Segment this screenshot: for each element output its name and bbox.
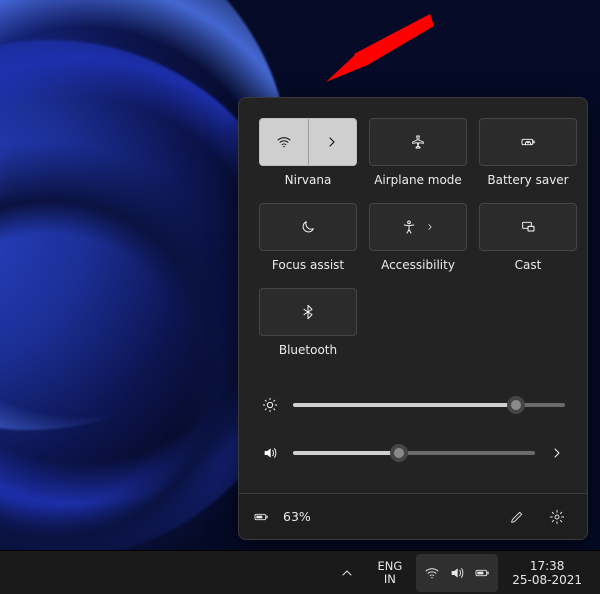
clock-date: 25-08-2021	[512, 573, 582, 587]
airplane-mode-label: Airplane mode	[374, 173, 462, 187]
volume-row	[261, 429, 565, 477]
battery-saver-icon	[520, 134, 536, 150]
chevron-up-icon	[339, 565, 355, 581]
battery-percent: 63%	[283, 509, 311, 524]
wifi-expand[interactable]	[308, 119, 357, 165]
quick-settings-tiles: Nirvana Airplane mode Battery saver	[239, 98, 587, 373]
wifi-icon	[276, 134, 292, 150]
wifi-icon	[424, 565, 440, 581]
moon-icon	[300, 219, 316, 235]
battery-saver-tile[interactable]	[479, 118, 577, 166]
quick-settings-footer: 63%	[239, 493, 587, 539]
bluetooth-tile[interactable]	[259, 288, 357, 336]
accessibility-tile[interactable]	[369, 203, 467, 251]
wifi-toggle[interactable]	[260, 119, 308, 165]
volume-slider[interactable]	[293, 443, 535, 463]
cast-label: Cast	[515, 258, 542, 272]
bluetooth-label: Bluetooth	[279, 343, 337, 357]
sliders-section	[239, 373, 587, 493]
taskbar-clock[interactable]: 17:38 25-08-2021	[504, 554, 590, 592]
brightness-row	[261, 381, 565, 429]
chevron-right-icon	[324, 134, 340, 150]
bluetooth-icon	[300, 304, 316, 320]
airplane-icon	[410, 134, 426, 150]
system-tray[interactable]	[416, 554, 498, 592]
quick-settings-panel: Nirvana Airplane mode Battery saver	[238, 97, 588, 540]
battery-icon	[474, 565, 490, 581]
accessibility-label: Accessibility	[381, 258, 455, 272]
lang-bottom: IN	[384, 573, 396, 586]
pencil-icon	[509, 509, 525, 525]
volume-expand[interactable]	[549, 445, 565, 461]
battery-saver-label: Battery saver	[487, 173, 568, 187]
settings-button[interactable]	[541, 501, 573, 533]
wifi-tile[interactable]	[259, 118, 357, 166]
battery-icon	[253, 509, 269, 525]
volume-icon	[449, 565, 465, 581]
language-indicator[interactable]: ENG IN	[369, 554, 410, 592]
brightness-slider[interactable]	[293, 395, 565, 415]
wifi-tile-label: Nirvana	[285, 173, 332, 187]
airplane-mode-tile[interactable]	[369, 118, 467, 166]
cast-tile[interactable]	[479, 203, 577, 251]
volume-icon	[261, 445, 279, 461]
clock-time: 17:38	[530, 559, 565, 573]
cast-icon	[520, 219, 536, 235]
taskbar: ENG IN 17:38 25-08-2021	[0, 550, 600, 594]
chevron-right-icon	[425, 219, 435, 235]
focus-assist-tile[interactable]	[259, 203, 357, 251]
gear-icon	[549, 509, 565, 525]
edit-quick-settings-button[interactable]	[501, 501, 533, 533]
lang-top: ENG	[377, 560, 402, 573]
brightness-icon	[261, 397, 279, 413]
tray-overflow-button[interactable]	[331, 554, 363, 592]
accessibility-icon	[401, 219, 417, 235]
focus-assist-label: Focus assist	[272, 258, 344, 272]
